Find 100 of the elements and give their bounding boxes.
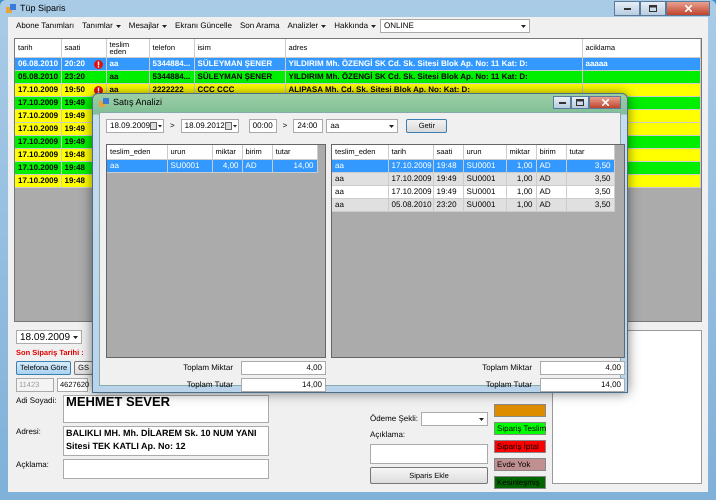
table-cell: SU0001 [466,200,496,208]
table-cell: 3,50 [594,174,610,182]
table-cell: SU0001 [466,160,496,170]
menu-item[interactable]: Mesajlar [124,20,172,32]
table-cell: 23:20 [64,72,85,80]
total-label: Toplam Tutar [186,379,233,391]
table-cell: 14,00 [293,160,314,170]
field-label: Adi Soyadi: [16,394,58,407]
table-cell: 19:48 [64,162,85,172]
separator-text: > [170,120,175,132]
table-cell: 05.08.2010 [392,200,432,208]
text-area[interactable]: MEHMET SEVER [63,394,269,422]
table-cell: aa [335,174,344,182]
table-cell: aaaaa [586,58,608,68]
table-cell: YILDIRIM Mh. ÖZENGİ SK Cd. Sk. Sitesi Blok Ap. No: 11 Kat: D: [288,58,528,68]
total-label: Toplam Miktar [183,362,233,374]
close-icon [684,5,692,12]
field-label: Ödeme Şekli: [370,413,418,425]
total-field: 4,00 [241,361,326,375]
table-cell: aa [110,72,118,80]
minimize-button[interactable] [614,1,640,16]
menu-item[interactable]: Ekranı Güncelle [171,20,236,32]
close-icon [602,99,608,106]
table-cell: 5344884... [152,58,190,68]
maximize-icon [649,5,657,12]
caret-icon [389,124,394,128]
table-cell: 17.10.2009 [392,174,432,182]
table-cell: 2222222 [152,84,184,94]
date-picker[interactable]: 18.09.2012 [180,119,239,133]
close-button[interactable] [666,1,710,16]
field-label: Açıklama: [370,429,406,441]
minimize-icon [624,8,630,10]
minimize-button[interactable] [553,96,571,109]
menu-item[interactable]: Analizler [284,20,330,32]
table-cell: ALIPASA Mh. Cd. Sk. Sitesi Blok Ap. No: Kat: D: [288,84,470,94]
table-cell: AD [540,160,551,170]
table-cell: 17.10.2009 [18,124,58,132]
field-label: Adresi: [16,426,42,438]
table-cell: 1,00 [516,200,532,208]
app-icon [99,98,109,108]
table-cell: AD [540,200,551,208]
person-combo[interactable]: aa [326,119,398,133]
maximize-icon [576,99,584,106]
dialog-title: Satış Analizi [113,96,162,109]
table-cell: aa [335,160,344,170]
table-cell: 1,00 [516,174,532,182]
table-cell: AD [540,186,551,196]
table-cell: 17.10.2009 [18,84,58,94]
maximize-button[interactable] [571,96,589,109]
status-combo[interactable]: ONLINE [380,19,530,33]
text-area[interactable]: BALIKLI MH. Mh. DİLAREM Sk. 10 NUM YANI Sitesi TEK KATLI Ap. No: 12 [63,426,269,456]
window-title: Tüp Siparis [20,2,66,15]
total-label: Toplam Miktar [482,362,532,374]
table-cell: 17.10.2009 [18,98,58,106]
table-cell: 17.10.2009 [18,162,58,172]
table-cell: 20:20 [64,58,85,68]
table-row[interactable]: aa 17.10.2009 19:49 SU0001 1,00 AD 3,50 [332,172,614,185]
table-cell: 17.10.2009 [18,150,58,158]
time-field[interactable]: 24:00 [293,119,324,133]
table-cell: aa [335,200,344,208]
menu-item[interactable]: Abone Tanımları [12,20,78,32]
table-cell: 17.10.2009 [392,186,432,196]
table-cell: aa [110,58,118,68]
table-row[interactable]: aa 17.10.2009 19:49 SU0001 1,00 AD 3,50 [332,185,614,198]
table-cell: SÜLEYMAN ŞENER [198,72,272,80]
table-cell: SU0001 [466,174,496,182]
legend-item: Kesinleşmiş [494,476,546,489]
total-field: 14,00 [241,378,326,392]
table-cell: 4,00 [222,160,238,170]
maximize-button[interactable] [640,1,666,16]
table-cell: aa [335,186,344,196]
time-field[interactable]: 00:00 [248,119,277,133]
close-button[interactable] [589,96,621,109]
date-picker[interactable]: 18.09.2009 [16,330,82,344]
table-cell: 23:20 [436,200,457,208]
separator-text: > [282,120,288,132]
table-row[interactable]: aa 05.08.2010 23:20 SU0001 1,00 AD 3,50 [332,198,614,211]
table-cell: 19:49 [64,136,85,146]
table-cell: SÜLEYMAN ŞENER [198,58,272,68]
date-picker[interactable]: 18.09.2009 [106,119,164,133]
table-cell: 19:48 [436,160,457,170]
menu-item[interactable]: Tanımlar [78,20,125,32]
table-cell: 19:49 [64,98,85,106]
table-cell: YILDIRIM Mh. ÖZENGİ SK Cd. Sk. Sitesi Blok Ap. No: 11 Kat: D: [288,72,528,80]
table-cell: SU0001 [466,186,496,196]
table-cell: 17.10.2009 [392,160,432,170]
table-cell: 19:48 [64,176,85,184]
table-row[interactable]: 05.08.2010 23:20 aa 5344884... SÜLEYMAN ŞENER YILDIRIM Mh. ÖZENGİ SK Cd. Sk. Sitesi Blok Ap. No: 11 Kat: D: [15,70,700,83]
field-label: Açklama: [16,458,50,471]
menu-item[interactable]: Son Arama [236,20,284,32]
table-cell: 3,50 [594,200,610,208]
table-cell: CCC CCC [198,84,234,94]
table-cell: 17.10.2009 [18,136,58,146]
table-cell: 17.10.2009 [18,176,58,184]
table-cell: AD [540,174,551,182]
table-cell: 1,00 [516,160,532,170]
table-cell: 17.10.2009 [18,110,58,120]
calendar-icon [150,122,162,130]
table-cell: 19:49 [436,174,457,182]
menu-item[interactable]: Hakkında [330,20,380,32]
